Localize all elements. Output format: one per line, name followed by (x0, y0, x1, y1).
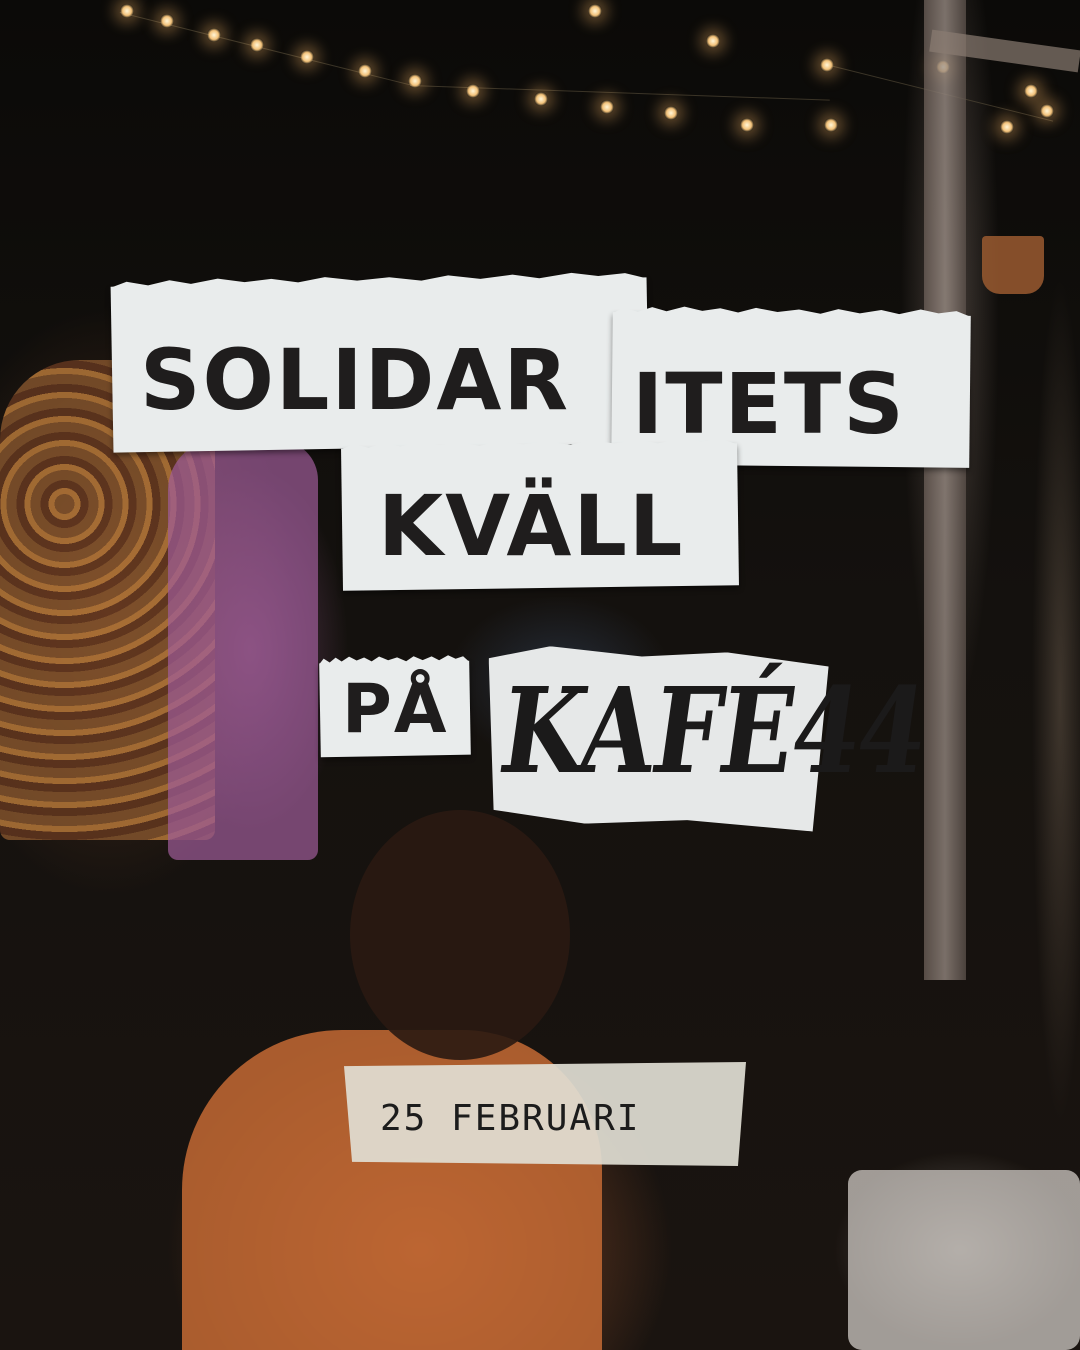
doorframe (924, 0, 966, 980)
string-light-bulb (588, 4, 602, 18)
event-date: 25 FEBRUARI (380, 1098, 641, 1139)
string-light-bulb (534, 92, 548, 106)
string-light-bulb (824, 118, 838, 132)
string-light-bulb (664, 106, 678, 120)
headline-word-solidar: SOLIDAR (140, 331, 571, 429)
string-light-bulb (1000, 120, 1014, 134)
string-light-bulb (1024, 84, 1038, 98)
string-light-bulb (1040, 104, 1054, 118)
string-light-bulb (358, 64, 372, 78)
string-light-bulb (160, 14, 174, 28)
string-light-bulb (120, 4, 134, 18)
string-light-bulb (300, 50, 314, 64)
headline-word-pa: PÅ (342, 670, 449, 749)
string-light-bulb (250, 38, 264, 52)
kafe44-logo: KAFÉ44 (492, 661, 935, 800)
cooler-bag (848, 1170, 1080, 1350)
headline-word-kvall: KVÄLL (378, 477, 685, 575)
person-pink-shirt (168, 440, 318, 860)
hanging-plant-pot (982, 236, 1044, 294)
string-light-bulb (466, 84, 480, 98)
person-head (350, 810, 570, 1060)
string-light-bulb (408, 74, 422, 88)
string-light-bulb (600, 100, 614, 114)
string-light-bulb (740, 118, 754, 132)
headline-word-itets: ITETS (632, 355, 906, 453)
string-light-bulb (706, 34, 720, 48)
string-light-bulb (820, 58, 834, 72)
string-light-bulb (207, 28, 221, 42)
event-poster: SOLIDAR ITETS KVÄLL PÅ KAFÉ44 25 FEBRUAR… (0, 0, 1080, 1350)
